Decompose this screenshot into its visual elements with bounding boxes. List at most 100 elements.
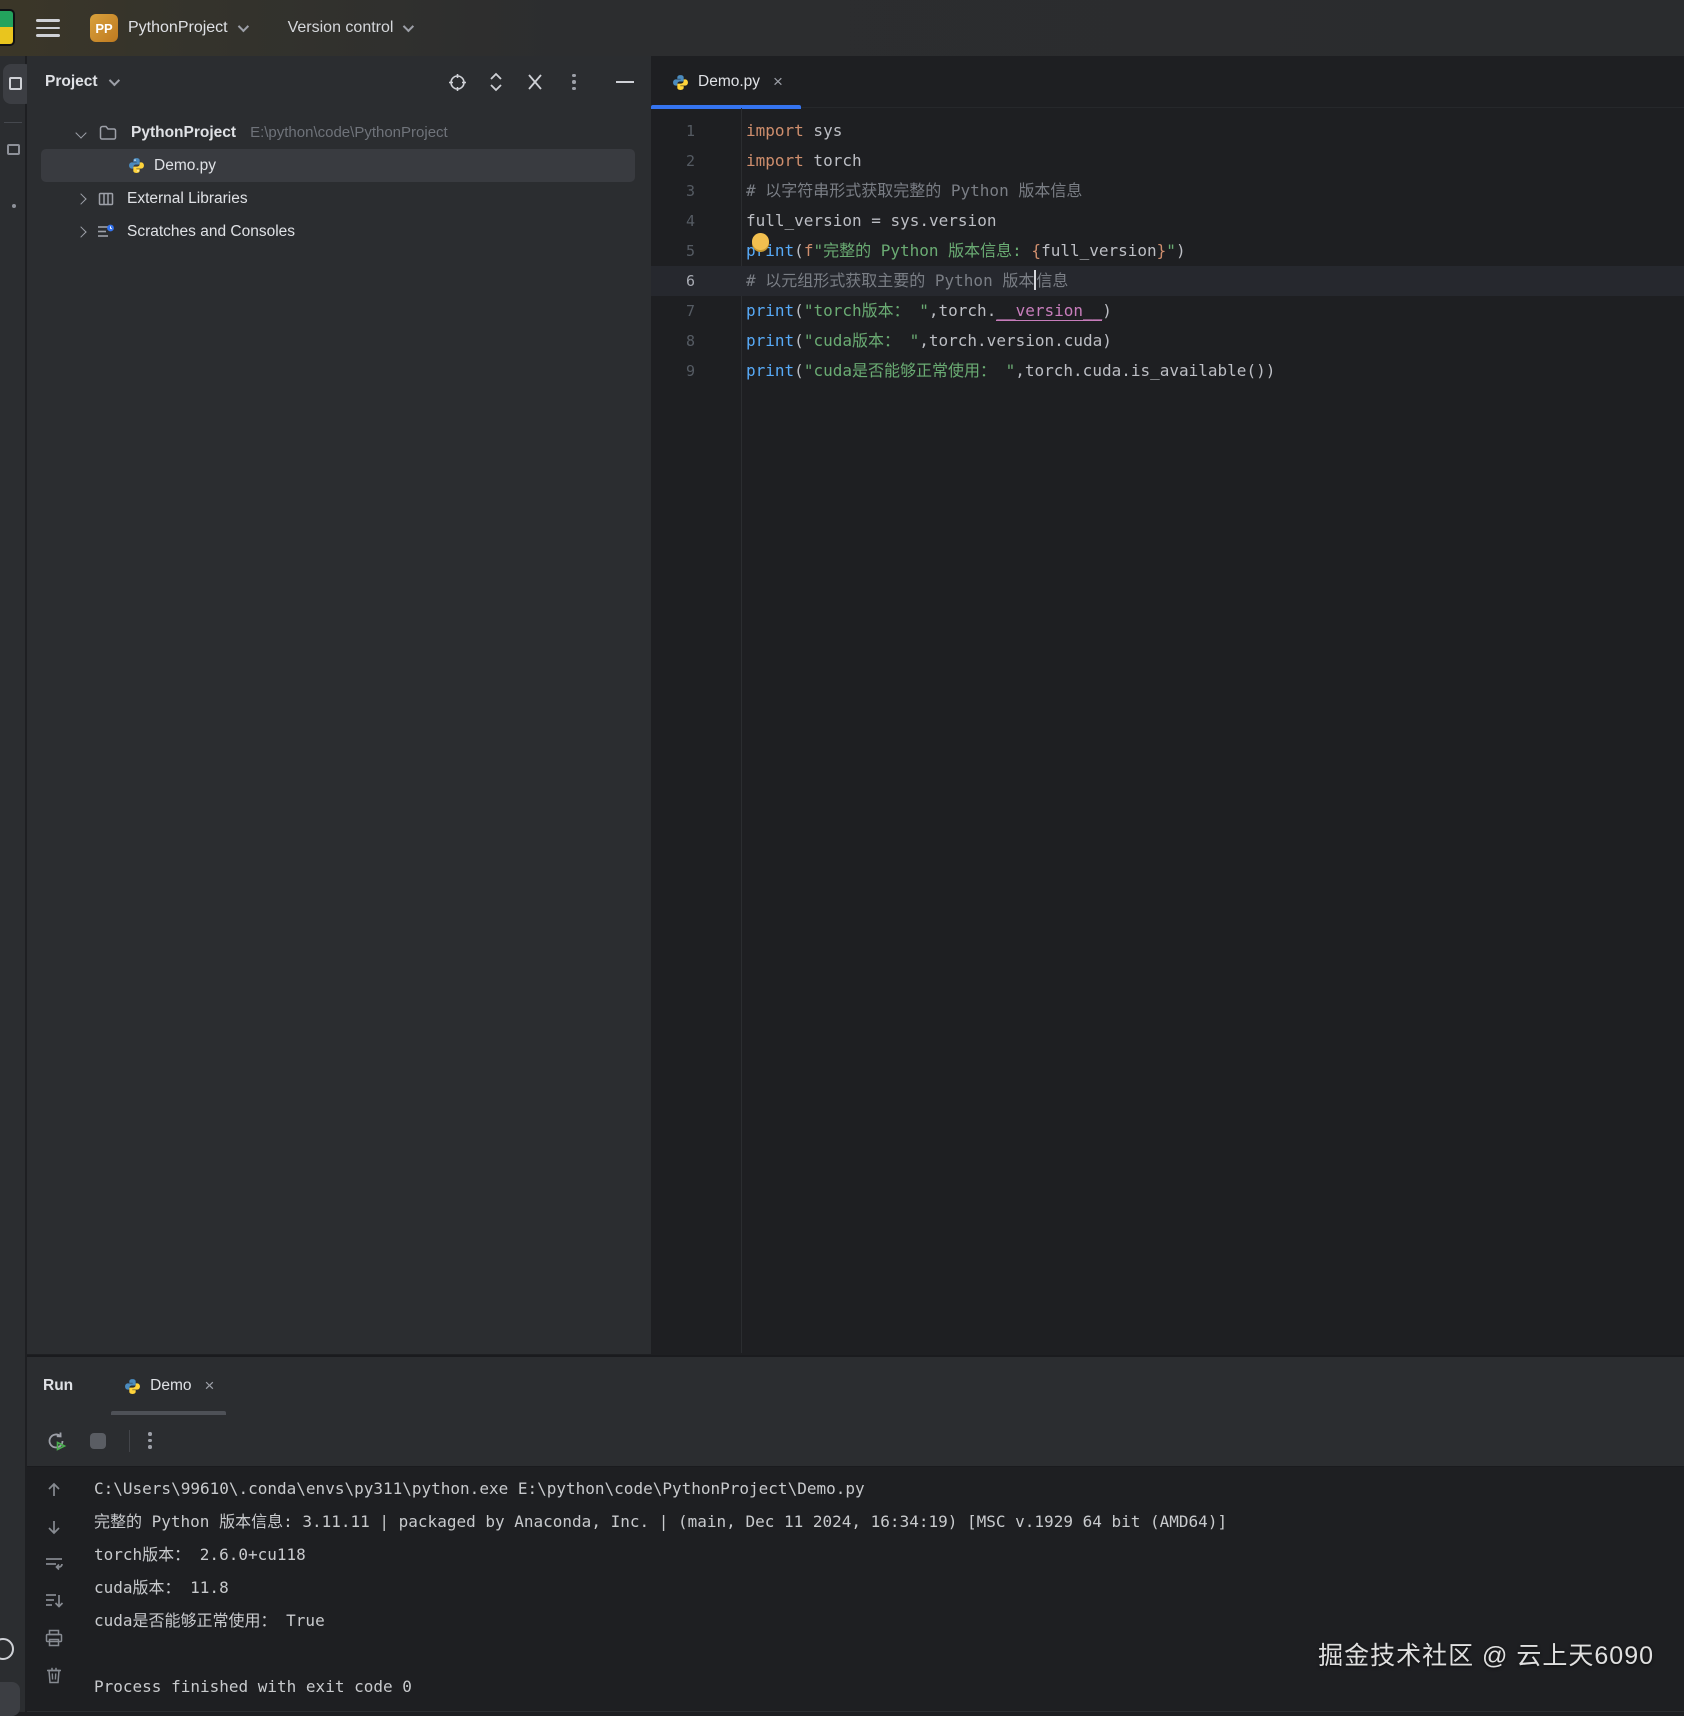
code-text: print("cuda是否能够正常使用： ",torch.cuda.is_ava…: [741, 356, 1275, 386]
more-toolwindows-icon[interactable]: [12, 204, 16, 208]
down-stacktrace-button[interactable]: [43, 1516, 65, 1538]
selected-tab-indicator: [111, 1411, 226, 1415]
console-line: cuda版本： 11.8: [94, 1571, 1227, 1604]
expand-all-button[interactable]: [484, 70, 508, 94]
main-menu-button[interactable]: [36, 14, 64, 42]
tree-item-root[interactable]: PythonProject E:\python\code\PythonProje…: [27, 116, 651, 149]
stop-icon: [90, 1433, 106, 1449]
line-number: 5: [651, 236, 741, 266]
file-name: Demo.py: [154, 157, 216, 175]
code-line-5[interactable]: 5print(f"完整的 Python 版本信息: {full_version}…: [651, 236, 1684, 266]
line-number: 9: [651, 356, 741, 386]
version-control-label: Version control: [288, 19, 394, 37]
external-libraries-label: External Libraries: [127, 190, 248, 208]
console-line: Process finished with exit code 0: [94, 1670, 1227, 1703]
run-console: C:\Users\99610\.conda\envs\py311\python.…: [27, 1467, 1684, 1711]
chevron-down-icon: [403, 21, 414, 32]
code-line-4[interactable]: 4full_version = sys.version: [651, 206, 1684, 236]
editor-body[interactable]: 1import sys2import torch3# 以字符串形式获取完整的 P…: [651, 108, 1684, 1353]
project-view-selector[interactable]: Project: [45, 73, 117, 91]
run-options-button[interactable]: [148, 1432, 152, 1449]
chevron-collapsed-icon[interactable]: [75, 193, 86, 204]
console-line: cuda是否能够正常使用： True: [94, 1604, 1227, 1637]
hide-panel-button[interactable]: [613, 70, 637, 94]
code-line-3[interactable]: 3# 以字符串形式获取完整的 Python 版本信息: [651, 176, 1684, 206]
soft-wrap-button[interactable]: [43, 1553, 65, 1575]
project-selector[interactable]: PythonProject: [128, 19, 246, 37]
project-selector-label: PythonProject: [128, 19, 228, 37]
rerun-button[interactable]: [43, 1428, 69, 1454]
terminal-toolwindow-button[interactable]: [0, 1682, 20, 1716]
locate-file-button[interactable]: [445, 70, 469, 94]
tree-item-external-libraries[interactable]: External Libraries: [27, 182, 651, 215]
project-view-label: Project: [45, 73, 98, 91]
project-tree: PythonProject E:\python\code\PythonProje…: [27, 108, 651, 248]
run-tab-label: Demo: [150, 1377, 191, 1395]
project-badge-icon[interactable]: PP: [90, 14, 118, 42]
line-number: 6: [651, 266, 741, 296]
code-line-2[interactable]: 2import torch: [651, 146, 1684, 176]
scroll-to-end-button[interactable]: [43, 1590, 65, 1612]
code-line-9[interactable]: 9print("cuda是否能够正常使用： ",torch.cuda.is_av…: [651, 356, 1684, 386]
scratches-icon: [97, 223, 115, 241]
code-text: full_version = sys.version: [741, 206, 996, 236]
project-panel-header: Project: [27, 56, 651, 108]
tree-item-scratches[interactable]: Scratches and Consoles: [27, 215, 651, 248]
code-text: # 以元组形式获取主要的 Python 版本信息: [741, 266, 1068, 296]
chevron-expanded-icon[interactable]: [75, 127, 86, 138]
code-text: print("torch版本： ",torch.__version__): [741, 296, 1112, 326]
editor-tab-bar: Demo.py ×: [651, 56, 1684, 108]
code-text: # 以字符串形式获取完整的 Python 版本信息: [741, 176, 1082, 206]
code-text: import torch: [741, 146, 862, 176]
code-lines: 1import sys2import torch3# 以字符串形式获取完整的 P…: [651, 108, 1684, 386]
tab-label: Demo.py: [698, 73, 760, 91]
chevron-collapsed-icon[interactable]: [75, 226, 86, 237]
console-line: [94, 1637, 1227, 1670]
chevron-down-icon: [237, 21, 248, 32]
console-output[interactable]: C:\Users\99610\.conda\envs\py311\python.…: [81, 1467, 1227, 1711]
python-file-icon: [127, 157, 145, 175]
clear-console-button[interactable]: [43, 1664, 65, 1686]
up-stacktrace-button[interactable]: [43, 1479, 65, 1501]
code-line-7[interactable]: 7print("torch版本： ",torch.__version__): [651, 296, 1684, 326]
console-line: 完整的 Python 版本信息: 3.11.11 | packaged by A…: [94, 1505, 1227, 1538]
intention-bulb-icon[interactable]: [752, 233, 769, 250]
collapse-all-button[interactable]: [523, 70, 547, 94]
root-path: E:\python\code\PythonProject: [250, 124, 448, 141]
run-toolwindow-button[interactable]: [0, 1638, 14, 1660]
code-line-8[interactable]: 8print("cuda版本： ",torch.version.cuda): [651, 326, 1684, 356]
code-text: print("cuda版本： ",torch.version.cuda): [741, 326, 1112, 356]
editor-area: Demo.py × 1import sys2import torch3# 以字符…: [651, 56, 1684, 1354]
root-name: PythonProject: [131, 124, 236, 142]
panel-options-button[interactable]: [562, 70, 586, 94]
chevron-down-icon: [108, 75, 119, 86]
code-text: import sys: [741, 116, 842, 146]
left-tool-stripe: [0, 56, 26, 1712]
app-logo-icon: [0, 9, 15, 46]
code-text: print(f"完整的 Python 版本信息: {full_version}"…: [741, 236, 1186, 266]
console-line: torch版本： 2.6.0+cu118: [94, 1538, 1227, 1571]
toolbar-divider: [129, 1430, 130, 1452]
stripe-divider: [4, 122, 22, 123]
console-line: C:\Users\99610\.conda\envs\py311\python.…: [94, 1472, 1227, 1505]
line-number: 2: [651, 146, 741, 176]
python-file-icon: [671, 73, 689, 91]
console-gutter: [27, 1467, 81, 1711]
python-file-icon: [123, 1377, 141, 1395]
libraries-icon: [97, 190, 115, 208]
line-number: 4: [651, 206, 741, 236]
tab-demo-py[interactable]: Demo.py ×: [651, 56, 801, 108]
run-toolwindow-title: Run: [43, 1377, 73, 1395]
code-line-1[interactable]: 1import sys: [651, 116, 1684, 146]
tree-item-demo-file[interactable]: Demo.py: [41, 149, 635, 182]
project-icon: [9, 77, 22, 90]
commit-toolwindow-button[interactable]: [7, 144, 20, 155]
main-toolbar: PP PythonProject Version control: [0, 0, 1684, 56]
code-line-6[interactable]: 6# 以元组形式获取主要的 Python 版本信息: [651, 266, 1684, 296]
close-tab-icon[interactable]: ×: [773, 72, 783, 92]
run-tab-demo[interactable]: Demo ×: [111, 1357, 226, 1415]
version-control-menu[interactable]: Version control: [288, 19, 412, 37]
close-tab-icon[interactable]: ×: [205, 1376, 215, 1396]
print-button[interactable]: [43, 1627, 65, 1649]
stop-button[interactable]: [85, 1428, 111, 1454]
